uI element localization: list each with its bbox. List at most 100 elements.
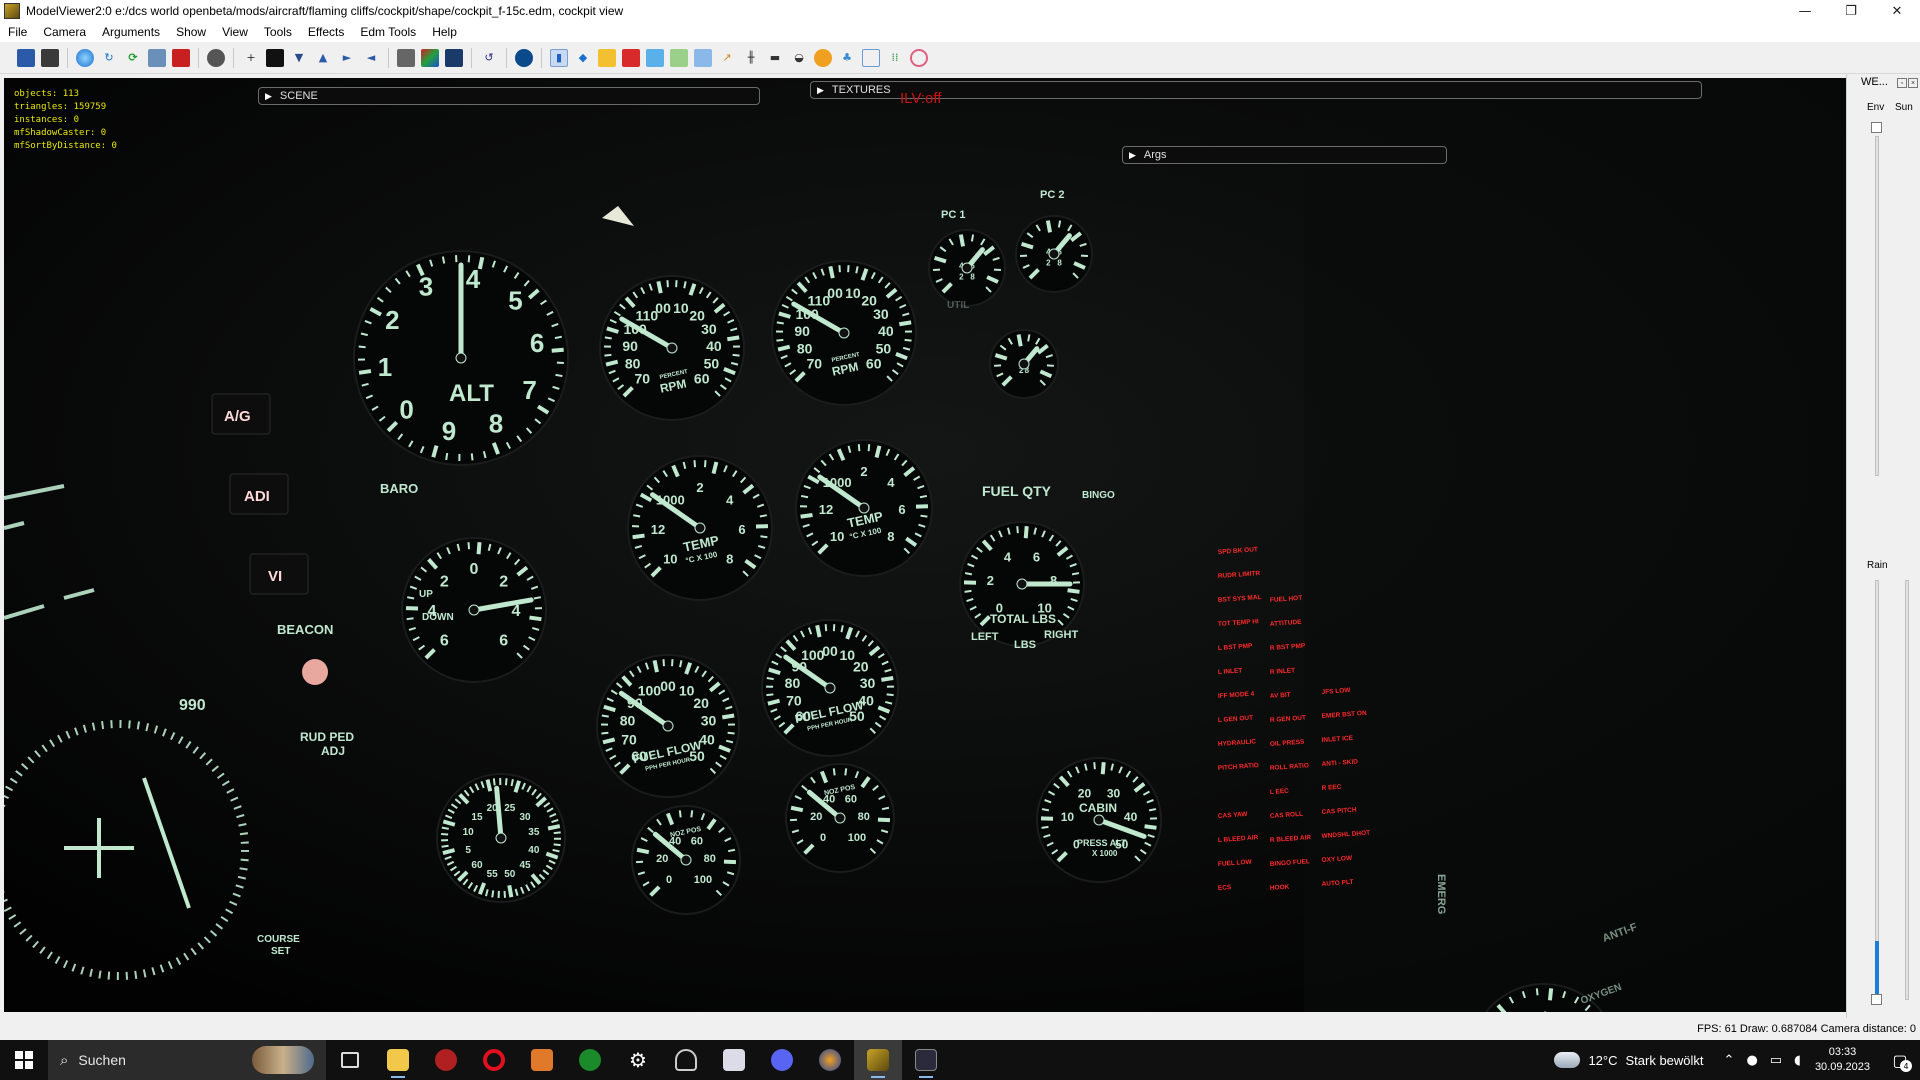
- leaf-icon[interactable]: [670, 48, 688, 67]
- close-button[interactable]: ✕: [1874, 0, 1920, 22]
- clock-gauge-tick: [507, 884, 514, 898]
- grid-icon[interactable]: [266, 48, 284, 67]
- args-panel-title: Args: [1143, 149, 1167, 161]
- menu-edm-tools[interactable]: Edm Tools: [350, 25, 422, 39]
- chart-icon[interactable]: ▮: [550, 48, 568, 67]
- chevron-up-icon[interactable]: ⌃: [1724, 1053, 1735, 1068]
- rain-slider[interactable]: [1875, 580, 1879, 1000]
- menu-help[interactable]: Help: [422, 25, 463, 39]
- noz-pos-left-gauge-hub: [680, 854, 692, 866]
- mesh-icon[interactable]: [646, 48, 664, 67]
- temp-right-gauge-tick: [857, 444, 861, 452]
- clock-gauge-tick: [441, 826, 449, 830]
- fuel-flow-left-gauge-number: 80: [620, 713, 636, 729]
- taskbar-modelviewer[interactable]: [854, 1040, 902, 1080]
- microphone-icon[interactable]: ●: [1746, 1053, 1757, 1068]
- volume-icon[interactable]: ◖: [1794, 1053, 1801, 1068]
- toolbar-separator: [541, 47, 542, 68]
- graph-icon[interactable]: ↗: [718, 49, 736, 67]
- lines-icon[interactable]: [694, 48, 712, 67]
- env-slider[interactable]: [1875, 136, 1879, 476]
- textures-panel-header[interactable]: ▶ TEXTURES: [810, 81, 1702, 99]
- monitor-icon[interactable]: [445, 48, 463, 67]
- table-icon[interactable]: [862, 48, 880, 67]
- cube-icon[interactable]: ◆: [574, 49, 592, 67]
- taskbar-search[interactable]: ⌕ Suchen: [48, 1040, 326, 1080]
- undo-icon[interactable]: ↺: [480, 49, 498, 67]
- taskbar-opera[interactable]: [470, 1040, 518, 1080]
- fuel-flow-left-gauge-tick: [727, 731, 735, 735]
- taskbar-explorer[interactable]: [374, 1040, 422, 1080]
- textures-panel-title: TEXTURES: [831, 84, 891, 96]
- 3d-viewport[interactable]: 0 1 2 3 4 5 6 7 8 9 6 4 2 0 2 4 6 60 5 10 15 20 25 30 35 40 45 50 55…: [4, 78, 1846, 1012]
- util-gauge: 2468: [989, 329, 1059, 399]
- network-icon[interactable]: ▭: [1770, 1053, 1782, 1068]
- menu-view[interactable]: View: [212, 25, 254, 39]
- fuel-flow-left-gauge-tick: [602, 737, 616, 745]
- rpm-left-gauge-number: 00: [655, 300, 671, 316]
- taskbar-discord[interactable]: [758, 1040, 806, 1080]
- menu-effects[interactable]: Effects: [298, 25, 350, 39]
- taskbar-headset[interactable]: [662, 1040, 710, 1080]
- reload-icon[interactable]: ⟳: [124, 49, 142, 67]
- menu-tools[interactable]: Tools: [254, 25, 298, 39]
- taskbar-dcs[interactable]: [902, 1040, 950, 1080]
- sun-icon[interactable]: [814, 48, 832, 67]
- taskbar-settings[interactable]: ⚙: [614, 1040, 662, 1080]
- scene-panel-header[interactable]: ▶ SCENE: [258, 87, 760, 105]
- speaker-icon[interactable]: ◄: [362, 49, 380, 67]
- args-panel-header[interactable]: ▶ Args: [1122, 146, 1447, 164]
- panel-close-icon[interactable]: ×: [1908, 78, 1918, 88]
- taskbar-app-red[interactable]: [422, 1040, 470, 1080]
- rpm-right-gauge-number: 50: [876, 341, 892, 357]
- fuel-flow-left-gauge-number: 70: [621, 732, 637, 748]
- crosshair-icon[interactable]: +: [242, 49, 260, 67]
- rain-checkbox[interactable]: [1871, 994, 1882, 1005]
- ship-icon[interactable]: ▬: [766, 49, 784, 67]
- box-icon[interactable]: [622, 48, 640, 67]
- camera-icon[interactable]: [207, 48, 225, 67]
- vvi-gauge-number: 2: [440, 573, 449, 590]
- task-view-button[interactable]: [326, 1040, 374, 1080]
- start-button[interactable]: [0, 1040, 48, 1080]
- taskbar-app-ball[interactable]: [806, 1040, 854, 1080]
- panel-float-icon[interactable]: ▫: [1897, 78, 1907, 88]
- refresh-icon[interactable]: ↻: [100, 49, 118, 67]
- sync-icon[interactable]: [515, 48, 533, 67]
- taskbar-media[interactable]: [518, 1040, 566, 1080]
- sphere-icon[interactable]: [76, 48, 94, 67]
- env-checkbox[interactable]: [1871, 122, 1882, 133]
- light-icon[interactable]: ►: [338, 49, 356, 67]
- maximize-button[interactable]: ❐: [1828, 0, 1874, 22]
- tower-icon[interactable]: ╫: [742, 49, 760, 67]
- export-icon[interactable]: [41, 48, 59, 67]
- fuel-flow-right-gauge-tick: [767, 698, 781, 706]
- clock[interactable]: 03:33 30.09.2023: [1815, 1045, 1870, 1075]
- car-icon[interactable]: ◒: [790, 49, 808, 67]
- noz-pos-left-gauge-number: 60: [691, 836, 703, 848]
- menu-file[interactable]: File: [0, 25, 33, 39]
- pdf-icon[interactable]: [172, 48, 190, 67]
- menu-arguments[interactable]: Arguments: [92, 25, 166, 39]
- menu-show[interactable]: Show: [166, 25, 212, 39]
- filter-icon[interactable]: ▼: [290, 49, 308, 67]
- sun-slider[interactable]: [1905, 580, 1909, 1000]
- fuel-flow-right-gauge-tick: [766, 693, 774, 697]
- target-icon[interactable]: [910, 48, 928, 67]
- texture-icon[interactable]: [397, 48, 415, 67]
- minimize-button[interactable]: —: [1782, 0, 1828, 22]
- taskbar-xbox[interactable]: [566, 1040, 614, 1080]
- frame-icon[interactable]: [148, 48, 166, 67]
- tree-icon[interactable]: ♣: [838, 49, 856, 67]
- dots-grid-icon[interactable]: ⁞⁞: [886, 49, 904, 67]
- taskbar-editor[interactable]: [710, 1040, 758, 1080]
- copy-icon[interactable]: [598, 48, 616, 67]
- weather-widget[interactable]: 12°C Stark bewölkt: [1554, 1052, 1704, 1068]
- menu-camera[interactable]: Camera: [33, 25, 92, 39]
- save-icon[interactable]: [17, 48, 35, 67]
- material-icon[interactable]: [421, 48, 439, 67]
- notification-button[interactable]: ▢ 4: [1880, 1040, 1920, 1080]
- pc1-gauge-hub: [961, 262, 973, 274]
- rpm-left-gauge-number: 30: [701, 321, 717, 337]
- cone-icon[interactable]: ▲: [314, 49, 332, 67]
